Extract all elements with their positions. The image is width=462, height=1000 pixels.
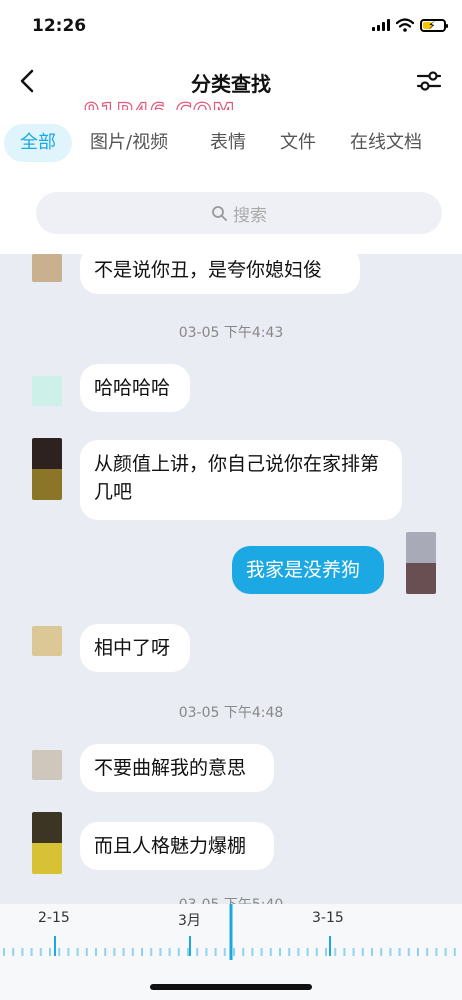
search-input[interactable]: 搜索	[36, 192, 442, 234]
tab-all[interactable]: 全部	[4, 124, 72, 162]
status-time: 12:26	[32, 16, 87, 36]
message-timestamp: 03-05 下午4:48	[178, 705, 284, 721]
message-bubble[interactable]: 相中了呀	[80, 624, 190, 672]
filter-settings-icon[interactable]	[414, 66, 444, 96]
message-timestamp: 03-05 下午4:43	[178, 325, 284, 341]
avatar[interactable]	[32, 812, 62, 874]
tab-stickers[interactable]: 表情	[210, 124, 246, 162]
signal-icon	[372, 19, 390, 31]
home-indicator	[150, 984, 312, 990]
timeline-label: 3-15	[312, 910, 344, 926]
tab-images-videos[interactable]: 图片/视频	[90, 124, 168, 162]
chat-list: 不是说你丑，是夸你媳妇俊 03-05 下午4:43 哈哈哈哈 从颜值上讲，你自己…	[0, 246, 462, 913]
avatar[interactable]	[32, 626, 62, 656]
search-icon	[212, 206, 227, 221]
avatar[interactable]	[32, 254, 62, 282]
status-bar: 12:26 ⚡	[0, 0, 462, 54]
message-bubble-sent[interactable]: 我家是没养狗	[232, 546, 384, 594]
nav-bar: 分类查找 91P46.COM	[0, 54, 462, 126]
message-bubble[interactable]: 哈哈哈哈	[80, 364, 190, 412]
avatar[interactable]	[32, 376, 62, 406]
avatar[interactable]	[32, 750, 62, 780]
tab-online-docs[interactable]: 在线文档	[350, 124, 422, 162]
message-bubble[interactable]: 从颜值上讲，你自己说你在家排第几吧	[80, 440, 402, 520]
message-bubble[interactable]: 而且人格魅力爆棚	[80, 822, 274, 870]
timeline-label: 2-15	[38, 910, 70, 926]
page-title: 分类查找	[191, 72, 271, 96]
message-bubble[interactable]: 不是说你丑，是夸你媳妇俊	[80, 246, 360, 294]
avatar[interactable]	[406, 532, 436, 594]
wifi-icon	[396, 18, 414, 32]
tab-files[interactable]: 文件	[280, 124, 316, 162]
timeline-label: 3月	[178, 913, 201, 929]
search-area: 搜索	[0, 176, 462, 254]
search-placeholder: 搜索	[233, 205, 267, 226]
battery-icon: ⚡	[420, 18, 448, 32]
status-icons: ⚡	[372, 18, 448, 32]
avatar[interactable]	[32, 438, 62, 500]
category-tabs: 全部 图片/视频 表情 文件 在线文档	[0, 110, 462, 176]
message-bubble[interactable]: 不要曲解我的意思	[80, 744, 274, 792]
